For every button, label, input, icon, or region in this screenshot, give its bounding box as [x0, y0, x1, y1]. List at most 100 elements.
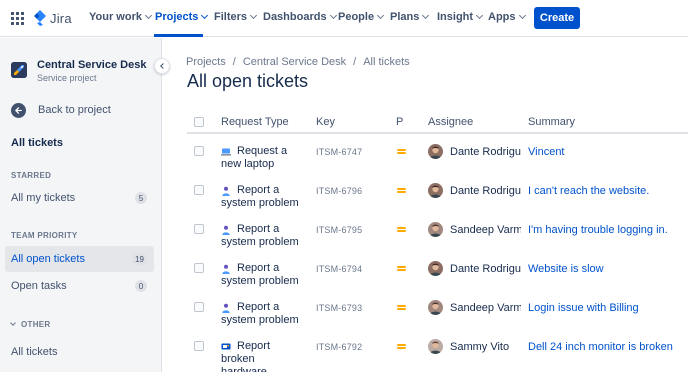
column-header-assignee[interactable]: Assignee — [428, 116, 473, 128]
back-to-project-link[interactable]: Back to project — [11, 102, 111, 118]
sidebar-item-label: All tickets — [11, 346, 58, 358]
ticket-key[interactable]: ITSM-6795 — [316, 225, 362, 235]
column-header-summary[interactable]: Summary — [528, 116, 575, 128]
chevron-down-icon — [10, 320, 16, 326]
laptop-icon — [221, 147, 231, 157]
avatar — [428, 300, 443, 315]
assignee-name[interactable]: Sandeep Varma — [450, 224, 521, 236]
summary-link[interactable]: Vincent — [528, 146, 565, 158]
summary-link[interactable]: I can't reach the website. — [528, 185, 649, 197]
summary-link[interactable]: I'm having trouble logging in. — [528, 224, 668, 236]
count-badge: 5 — [135, 192, 147, 204]
nav-plans[interactable]: Plans — [390, 11, 430, 23]
request-type-label[interactable]: Report a system problem — [221, 223, 301, 249]
avatar — [428, 144, 443, 159]
summary-link[interactable]: Login issue with Billing — [528, 302, 639, 314]
ticket-key[interactable]: ITSM-6747 — [316, 147, 362, 157]
project-avatar[interactable] — [11, 62, 27, 78]
back-to-project-label: Back to project — [38, 104, 111, 116]
starred-heading: STARRED — [11, 171, 52, 180]
priority-medium-icon — [397, 149, 406, 155]
nav-your-work[interactable]: Your work — [89, 11, 153, 23]
request-type-label[interactable]: Report a system problem — [221, 184, 301, 210]
table-row[interactable]: Report broken hardware ITSM-6792 Sammy Vit… — [187, 339, 688, 372]
jira-logo[interactable]: Jira — [33, 9, 72, 27]
sidebar-item-all-my-tickets[interactable]: All my tickets 5 — [5, 185, 154, 211]
row-checkbox[interactable] — [194, 224, 204, 234]
nav-projects[interactable]: Projects — [155, 11, 209, 23]
sidebar-item-label: All my tickets — [11, 192, 76, 204]
priority-medium-icon — [397, 188, 406, 194]
row-checkbox[interactable] — [194, 302, 204, 312]
sidebar-item-all-tickets-header[interactable]: All tickets — [5, 130, 154, 156]
column-header-priority[interactable]: P — [396, 116, 403, 128]
chevron-down-icon — [144, 11, 153, 20]
project-name[interactable]: Central Service Desk — [37, 59, 146, 71]
assignee-name[interactable]: Dante Rodriguez — [450, 263, 521, 275]
active-nav-indicator — [154, 34, 203, 37]
table-row[interactable]: Report a system problem ITSM-6793 Sandeep … — [187, 300, 688, 340]
nav-filters[interactable]: Filters — [214, 11, 258, 23]
hardware-icon — [221, 342, 231, 352]
breadcrumb-project[interactable]: Central Service Desk — [243, 56, 346, 68]
summary-link[interactable]: Dell 24 inch monitor is broken — [528, 341, 673, 353]
ticket-key[interactable]: ITSM-6796 — [316, 186, 362, 196]
row-checkbox[interactable] — [194, 263, 204, 273]
avatar — [428, 339, 443, 354]
chevron-down-icon — [518, 11, 526, 20]
table-row[interactable]: Report a system problem ITSM-6796 Dante Ro… — [187, 183, 688, 223]
priority-medium-icon — [397, 227, 406, 233]
priority-medium-icon — [397, 344, 406, 350]
collapse-sidebar-button[interactable] — [154, 58, 170, 74]
assignee-name[interactable]: Dante Rodriguez — [450, 146, 521, 158]
sidebar-item-label: All tickets — [11, 137, 63, 149]
request-type-label[interactable]: Report a system problem — [221, 301, 301, 327]
nav-insight[interactable]: Insight — [437, 11, 484, 23]
request-type-label[interactable]: Request a new laptop — [221, 145, 301, 171]
chevron-down-icon — [476, 11, 484, 20]
sidebar-item-all-tickets[interactable]: All tickets — [5, 339, 154, 365]
request-type-label[interactable]: Report broken hardware — [221, 340, 301, 372]
breadcrumb-projects[interactable]: Projects — [186, 56, 226, 68]
column-header-request-type[interactable]: Request Type — [221, 116, 289, 128]
avatar — [428, 261, 443, 276]
count-badge: 19 — [132, 253, 147, 265]
table-row[interactable]: Report a system problem ITSM-6795 Sandeep … — [187, 222, 688, 262]
other-heading[interactable]: OTHER — [10, 320, 51, 329]
avatar — [428, 183, 443, 198]
sidebar-item-open-tasks[interactable]: Open tasks 0 — [5, 273, 154, 299]
select-all-checkbox[interactable] — [194, 117, 204, 127]
assignee-name[interactable]: Sammy Vito — [450, 341, 521, 353]
row-checkbox[interactable] — [194, 341, 204, 351]
breadcrumb-separator: / — [353, 56, 357, 68]
row-checkbox[interactable] — [194, 146, 204, 156]
priority-medium-icon — [397, 266, 406, 272]
ticket-key[interactable]: ITSM-6792 — [316, 342, 362, 352]
column-header-key[interactable]: Key — [316, 116, 335, 128]
nav-dashboards[interactable]: Dashboards — [263, 11, 337, 23]
breadcrumb-separator: / — [232, 56, 236, 68]
assignee-name[interactable]: Dante Rodriguez — [450, 185, 521, 197]
person-icon — [221, 225, 231, 235]
ticket-key[interactable]: ITSM-6793 — [316, 303, 362, 313]
breadcrumb-current[interactable]: All tickets — [363, 56, 409, 68]
table-row[interactable]: Report a system problem ITSM-6794 Dante Ro… — [187, 261, 688, 301]
arrow-left-icon — [11, 102, 26, 118]
nav-apps[interactable]: Apps — [488, 11, 526, 23]
summary-link[interactable]: Website is slow — [528, 263, 604, 275]
create-button[interactable]: Create — [534, 7, 580, 29]
assignee-name[interactable]: Sandeep Varma — [450, 302, 521, 314]
sidebar-item-all-open-tickets[interactable]: All open tickets 19 — [5, 246, 154, 272]
nav-people[interactable]: People — [338, 11, 385, 23]
chevron-down-icon — [422, 11, 430, 20]
jira-logo-icon — [34, 10, 46, 26]
request-type-label[interactable]: Report a system problem — [221, 262, 301, 288]
table-row[interactable]: Request a new laptop ITSM-6747 Dante Rodri… — [187, 144, 688, 184]
app-switcher-icon[interactable] — [11, 12, 24, 25]
person-icon — [221, 186, 231, 196]
chevron-down-icon — [249, 11, 258, 20]
ticket-key[interactable]: ITSM-6794 — [316, 264, 362, 274]
row-checkbox[interactable] — [194, 185, 204, 195]
top-navigation: Jira Your work Projects Filters Dashboar… — [0, 0, 688, 37]
avatar — [428, 222, 443, 237]
